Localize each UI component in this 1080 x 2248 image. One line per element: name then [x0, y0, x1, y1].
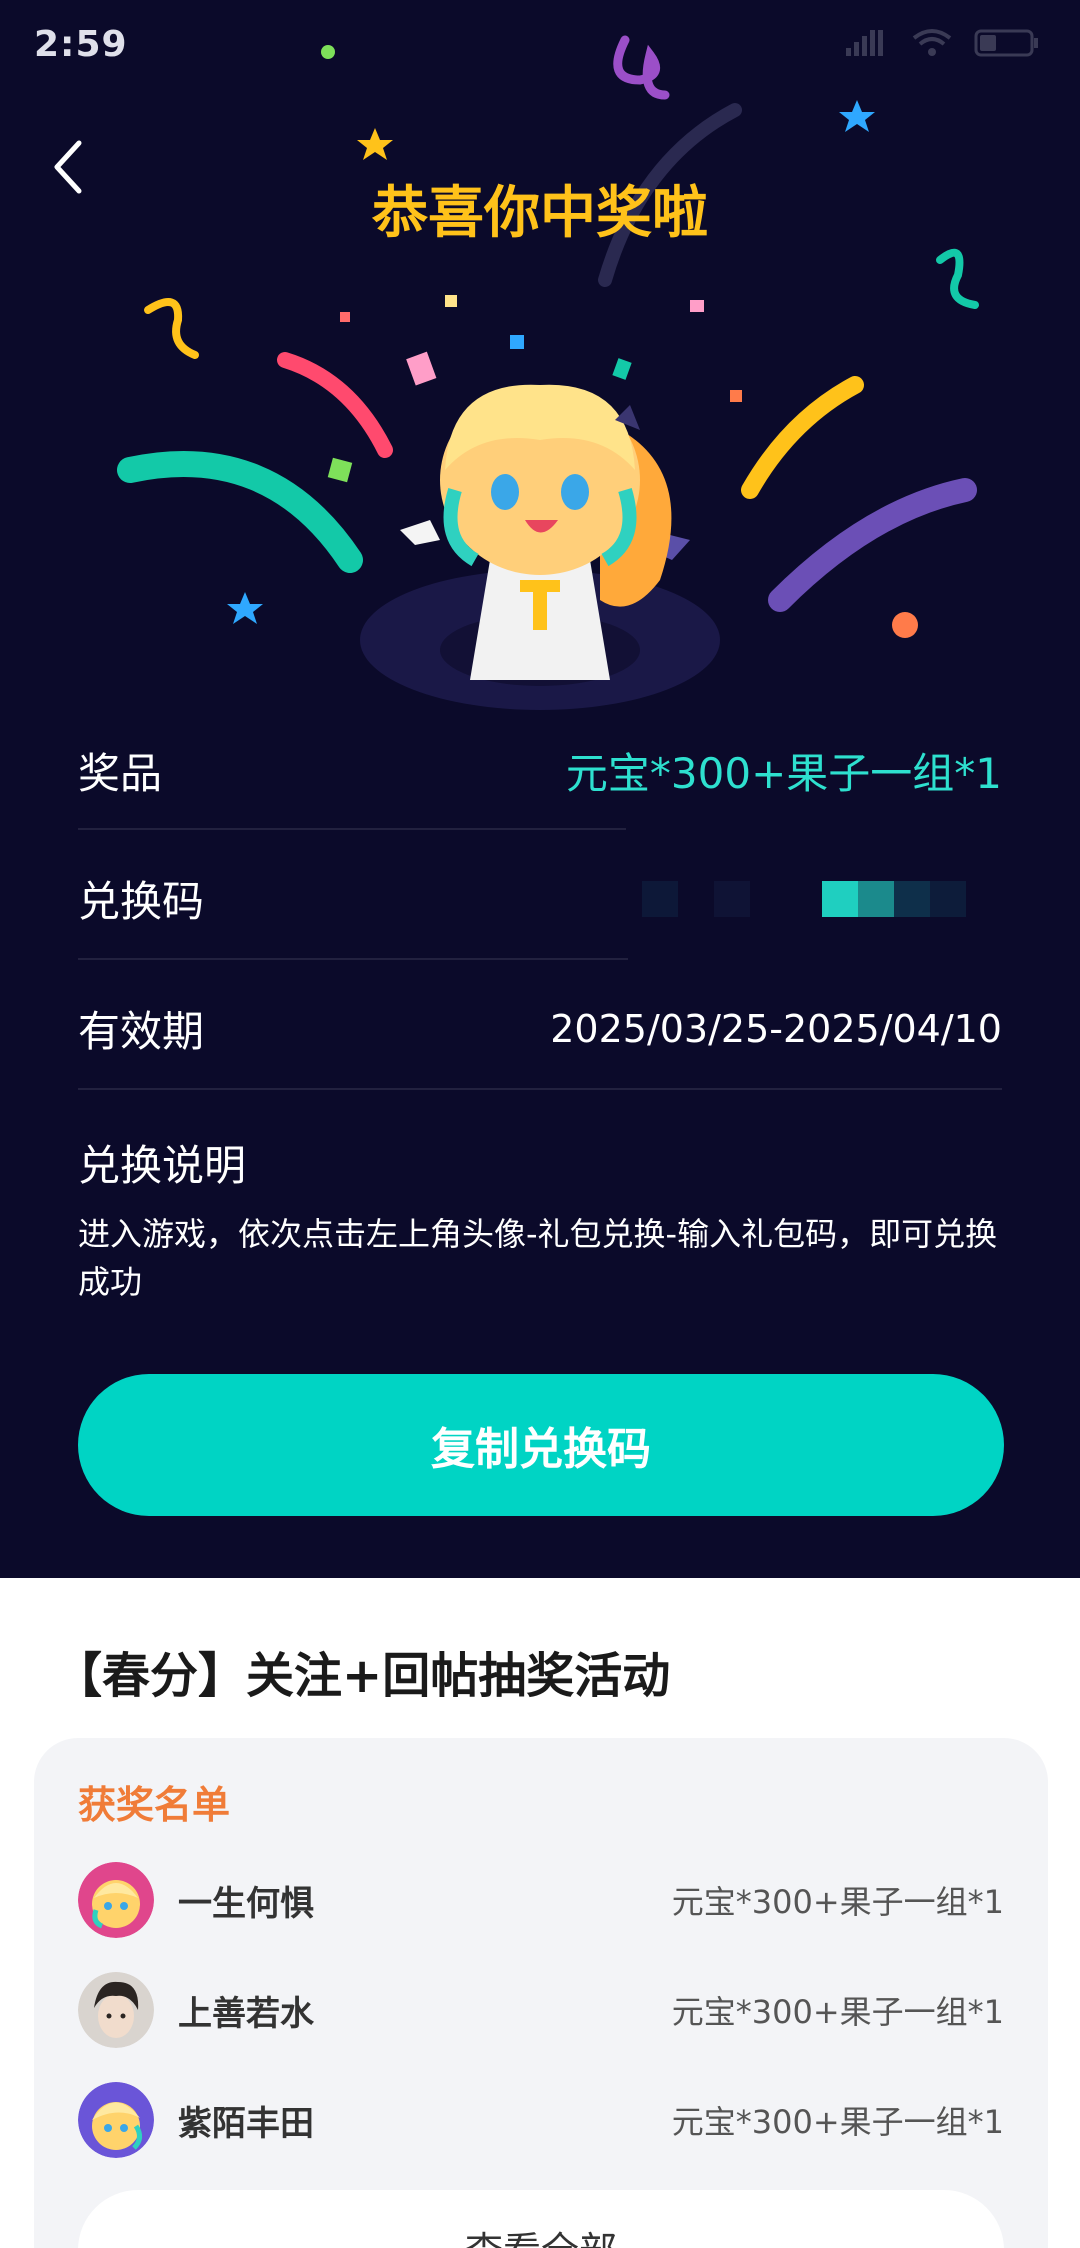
- instructions-title: 兑换说明: [78, 1141, 247, 1190]
- signal-icon: [846, 30, 883, 56]
- winner-prize: 元宝*300+果子一组*1: [671, 1883, 1004, 1921]
- divider: [78, 828, 626, 830]
- code-row: 兑换码: [78, 868, 1002, 929]
- code-value-obscured: [642, 880, 1002, 917]
- code-label: 兑换码: [78, 877, 205, 926]
- status-time: 2:59: [34, 24, 128, 65]
- winner-row: 一生何惧 元宝*300+果子一组*1: [78, 1860, 1004, 1940]
- wifi-icon: [912, 29, 952, 56]
- avatar[interactable]: [78, 1862, 154, 1938]
- view-all-button[interactable]: 查看全部: [78, 2190, 1004, 2248]
- avatar[interactable]: [78, 1972, 154, 2048]
- winner-prize: 元宝*300+果子一组*1: [671, 2103, 1004, 2141]
- winner-name: 一生何惧: [178, 1883, 314, 1924]
- status-icons: [844, 28, 1040, 58]
- divider: [78, 1088, 1002, 1090]
- activity-title: 【春分】关注+回帖抽奖活动: [54, 1648, 671, 1704]
- winners-heading: 获奖名单: [78, 1783, 231, 1827]
- prize-row: 奖品 元宝*300+果子一组*1: [78, 740, 1002, 801]
- battery-icon: [974, 29, 1038, 57]
- prize-hero: 2:59 恭喜你中奖啦 奖品 元宝*300+果子一组*1 兑换码 有效期 202…: [0, 0, 1080, 1578]
- winners-card: 获奖名单 一生何惧 元宝*300+果子一组*1 上善若水 元宝*300+果子一组…: [34, 1738, 1048, 2248]
- validity-row: 有效期 2025/03/25-2025/04/10: [78, 998, 1002, 1059]
- winner-row: 上善若水 元宝*300+果子一组*1: [78, 1970, 1004, 2050]
- prize-label: 奖品: [78, 749, 163, 798]
- celebration-illustration: [117, 35, 979, 710]
- prize-value: 元宝*300+果子一组*1: [565, 749, 1002, 798]
- winner-prize: 元宝*300+果子一组*1: [671, 1993, 1004, 2031]
- winner-row: 紫陌丰田 元宝*300+果子一组*1: [78, 2080, 1004, 2160]
- avatar[interactable]: [78, 2082, 154, 2158]
- divider: [78, 958, 628, 960]
- instructions-text: 进入游戏，依次点击左上角头像-礼包兑换-输入礼包码，即可兑换成功: [78, 1215, 998, 1301]
- validity-value: 2025/03/25-2025/04/10: [550, 1006, 1002, 1051]
- page-title: 恭喜你中奖啦: [372, 181, 708, 246]
- winner-name: 紫陌丰田: [178, 2103, 314, 2144]
- status-bar: 2:59: [0, 0, 1080, 90]
- validity-label: 有效期: [78, 1007, 205, 1056]
- copy-code-button[interactable]: 复制兑换码: [78, 1374, 1004, 1516]
- winner-name: 上善若水: [178, 1993, 314, 2034]
